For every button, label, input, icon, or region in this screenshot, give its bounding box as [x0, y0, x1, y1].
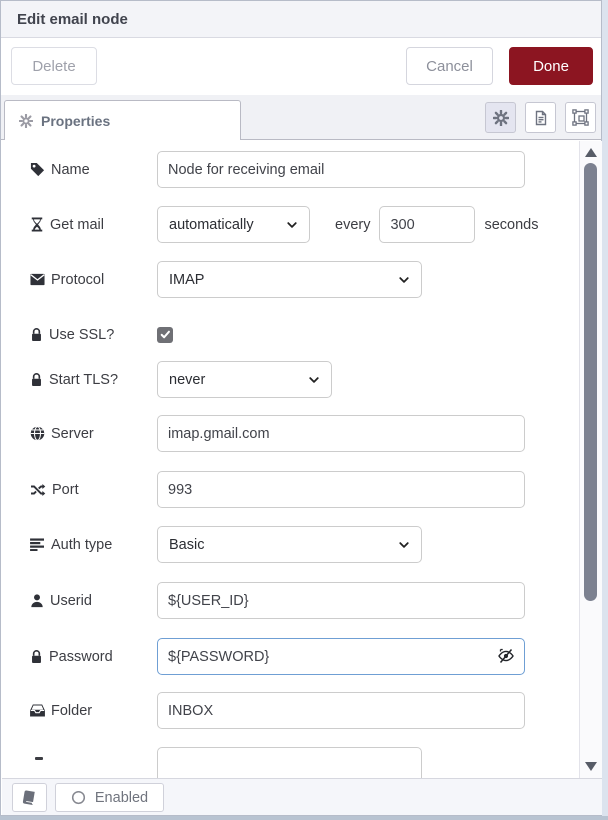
- protocol-label: Protocol: [30, 272, 157, 288]
- auth-type-label: Auth type: [30, 537, 157, 553]
- random-icon: [30, 483, 46, 497]
- dialog-bottom-shade: [0, 816, 608, 820]
- cancel-button[interactable]: Cancel: [406, 47, 493, 85]
- password-input[interactable]: [157, 638, 525, 675]
- seconds-label: seconds: [484, 217, 538, 233]
- folder-label: Folder: [30, 703, 157, 719]
- field-row-get-mail: Get mail automatically every seconds: [30, 206, 538, 243]
- password-field: [157, 638, 525, 675]
- delete-button[interactable]: Delete: [11, 47, 97, 85]
- field-row-use-ssl: Use SSL?: [30, 316, 173, 353]
- field-row-password: Password: [30, 638, 525, 675]
- tab-bar: Properties: [1, 95, 601, 140]
- gear-icon: [493, 110, 509, 126]
- chevron-down-icon: [398, 539, 410, 551]
- lock-icon: [30, 372, 43, 387]
- lock-icon: [30, 649, 43, 664]
- get-mail-select[interactable]: automatically: [157, 206, 310, 243]
- scroll-up-button[interactable]: [585, 148, 597, 157]
- node-enabled-toggle[interactable]: Enabled: [55, 783, 164, 812]
- dialog-header: Edit email node: [1, 1, 601, 38]
- done-button[interactable]: Done: [509, 47, 593, 85]
- enabled-label: Enabled: [95, 790, 148, 806]
- scroll-thumb[interactable]: [584, 163, 597, 601]
- field-row-folder: Folder: [30, 692, 525, 729]
- document-icon: [533, 110, 549, 126]
- get-mail-label: Get mail: [30, 217, 157, 233]
- field-row-name: Name: [30, 151, 525, 188]
- every-label: every: [335, 217, 370, 233]
- start-tls-label: Start TLS?: [30, 372, 157, 388]
- check-icon: [160, 329, 171, 340]
- globe-icon: [30, 426, 45, 441]
- inbox-icon: [30, 704, 45, 717]
- bars-icon: [30, 538, 45, 551]
- book-icon: [22, 790, 37, 805]
- field-row-protocol: Protocol IMAP: [30, 261, 422, 298]
- hourglass-icon: [30, 217, 44, 232]
- chevron-down-icon: [286, 219, 298, 231]
- start-tls-select[interactable]: never: [157, 361, 332, 398]
- description-view-button[interactable]: [525, 102, 556, 133]
- edit-email-node-dialog: Edit email node Delete Cancel Done Prope: [0, 0, 602, 816]
- partial-next-field-icon: [35, 757, 43, 760]
- scroll-down-button[interactable]: [585, 762, 597, 771]
- interval-input[interactable]: [379, 206, 475, 243]
- name-input[interactable]: [157, 151, 525, 188]
- chevron-down-icon: [308, 374, 320, 386]
- gear-icon: [19, 114, 33, 128]
- appearance-view-button[interactable]: [565, 102, 596, 133]
- eye-slash-icon[interactable]: [496, 646, 516, 666]
- server-label: Server: [30, 426, 157, 442]
- form-scrollbar[interactable]: [579, 141, 602, 778]
- dialog-title: Edit email node: [17, 11, 128, 28]
- name-label: Name: [30, 162, 157, 178]
- dialog-footer: Enabled: [2, 778, 602, 815]
- chevron-down-icon: [398, 274, 410, 286]
- protocol-select[interactable]: IMAP: [157, 261, 422, 298]
- tab-properties[interactable]: Properties: [4, 100, 241, 140]
- properties-form: Name Get mail automatically: [2, 141, 578, 778]
- partial-next-field-input[interactable]: [157, 747, 422, 778]
- tab-properties-label: Properties: [41, 113, 110, 129]
- tab-toolbar: [485, 102, 596, 133]
- lock-icon: [30, 327, 43, 342]
- dialog-button-bar: Delete Cancel Done: [1, 38, 601, 95]
- userid-label: Userid: [30, 593, 157, 609]
- tag-icon: [30, 162, 45, 177]
- envelope-icon: [30, 273, 45, 286]
- circle-icon: [71, 790, 86, 805]
- user-icon: [30, 593, 44, 608]
- use-ssl-checkbox[interactable]: [157, 327, 173, 343]
- field-row-userid: Userid: [30, 582, 525, 619]
- field-row-auth-type: Auth type Basic: [30, 526, 422, 563]
- field-row-port: Port: [30, 471, 525, 508]
- auth-type-select[interactable]: Basic: [157, 526, 422, 563]
- password-label: Password: [30, 649, 157, 665]
- object-group-icon: [572, 109, 589, 126]
- node-help-button[interactable]: [12, 783, 47, 812]
- field-row-server: Server: [30, 415, 525, 452]
- field-row-start-tls: Start TLS? never: [30, 361, 332, 398]
- port-input[interactable]: [157, 471, 525, 508]
- use-ssl-label: Use SSL?: [30, 327, 157, 343]
- port-label: Port: [30, 482, 157, 498]
- properties-view-button[interactable]: [485, 102, 516, 133]
- server-input[interactable]: [157, 415, 525, 452]
- userid-input[interactable]: [157, 582, 525, 619]
- folder-input[interactable]: [157, 692, 525, 729]
